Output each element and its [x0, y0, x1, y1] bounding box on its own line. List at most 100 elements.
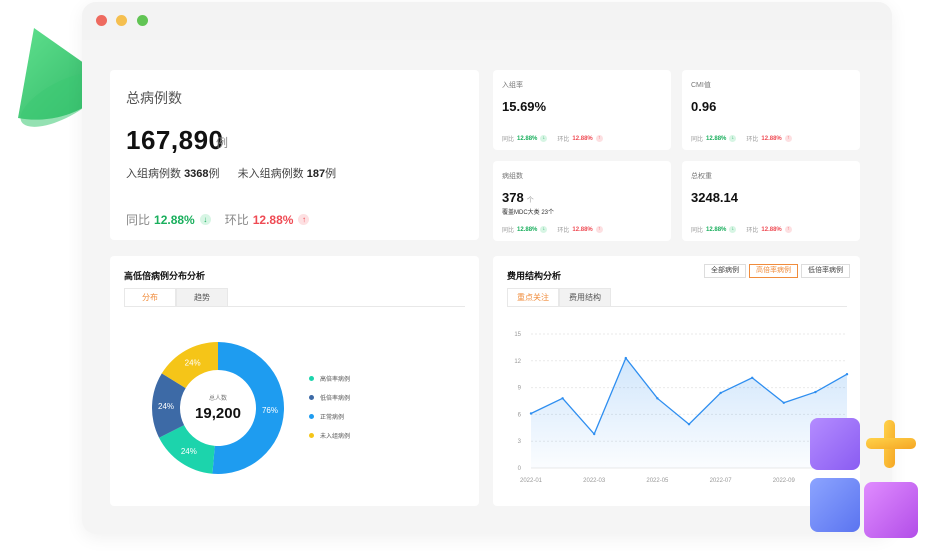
yoy-label: 同比 — [691, 228, 704, 234]
yoy-label: 同比 — [126, 213, 151, 227]
y-tick-label: 12 — [514, 359, 521, 365]
total-cases-card: 总病例数 167,890 例 入组病例数 3368例 未入组病例数 187例 同… — [110, 70, 479, 240]
arrow-up-icon: ↑ — [595, 135, 603, 142]
data-point[interactable] — [719, 391, 722, 395]
yoy-value: 12.88% — [706, 226, 727, 233]
tab-key-focus[interactable]: 重点关注 — [507, 288, 559, 306]
mom-label: 环比 — [557, 228, 570, 234]
yoy-value: 12.88% — [706, 135, 727, 142]
segment-all-cases[interactable]: 全部病例 — [704, 264, 746, 278]
yoy-label: 同比 — [502, 137, 515, 143]
segment-low-rate-cases[interactable]: 低倍率病例 — [801, 264, 850, 278]
kpi-value-unit: 个 — [526, 197, 534, 204]
total-cases-comparison: 同比 12.88% ↓ 环比 12.88% ↑ — [126, 211, 310, 228]
yoy-value: 12.88% — [517, 226, 538, 233]
yoy-label: 同比 — [691, 137, 704, 143]
kpi-value-number: 378 — [502, 190, 524, 205]
legend-swatch — [309, 394, 314, 400]
area-fill — [531, 358, 847, 468]
kpi-label: CMI值 — [691, 82, 711, 89]
mom-value: 12.88% — [252, 212, 294, 227]
y-tick-label: 0 — [518, 466, 522, 472]
kpi-comparison: 同比 12.88% ↓ 环比 12.88% ↑ — [502, 134, 603, 143]
mom-value: 12.88% — [572, 226, 593, 233]
distribution-panel: 高低倍病例分布分析 分布 趋势 76% 24% 24% 24% 总人数 19,200 高倍… — [110, 256, 479, 506]
mom-label: 环比 — [746, 228, 759, 234]
grouped-cases-value: 3368 — [184, 168, 209, 180]
legend-label: 未入组病例 — [320, 433, 351, 440]
arrow-up-icon: ↑ — [784, 135, 792, 142]
plus-blocks-decoration-icon — [810, 418, 918, 538]
kpi-comparison: 同比 12.88% ↓ 环比 12.88% ↑ — [691, 225, 792, 234]
data-point[interactable] — [624, 356, 627, 360]
arrow-up-icon: ↑ — [784, 226, 792, 233]
mom-value: 12.88% — [761, 135, 782, 142]
donut-center-label: 总人数 — [209, 394, 227, 402]
y-tick-label: 3 — [518, 439, 522, 445]
tab-distribution[interactable]: 分布 — [124, 288, 176, 306]
grouped-cases-unit: 例 — [208, 168, 220, 180]
x-tick-label: 2022-01 — [520, 478, 543, 484]
donut-legend: 高倍率病例 低倍率病例 正常病例 未入组病例 — [309, 374, 350, 450]
yoy-value: 12.88% — [517, 135, 538, 142]
segment-high-rate-cases[interactable]: 高倍率病例 — [749, 264, 798, 278]
donut-center-value: 19,200 — [195, 405, 241, 422]
minimize-window-button[interactable] — [116, 15, 127, 26]
close-window-button[interactable] — [96, 15, 107, 26]
total-cases-title: 总病例数 — [126, 90, 182, 106]
data-point[interactable] — [687, 423, 691, 426]
cost-structure-panel-title: 费用结构分析 — [507, 271, 562, 281]
arrow-down-icon: ↓ — [729, 135, 737, 142]
donut-slice-label: 24% — [185, 359, 201, 368]
yoy-label: 同比 — [502, 228, 515, 234]
grouped-cases-label: 入组病例数 — [126, 168, 181, 180]
kpi-value: 3248.14 — [691, 190, 738, 205]
kpi-label: 总权重 — [691, 173, 712, 180]
legend-item[interactable]: 正常病例 — [309, 412, 350, 421]
arrow-up-icon: ↑ — [298, 214, 310, 225]
cost-tabs: 重点关注 费用结构 — [507, 288, 847, 307]
mom-label: 环比 — [224, 213, 249, 227]
arrow-down-icon: ↓ — [729, 226, 737, 233]
distribution-panel-title: 高低倍病例分布分析 — [124, 271, 206, 281]
x-tick-label: 2022-09 — [773, 478, 796, 484]
legend-item[interactable]: 高倍率病例 — [309, 374, 350, 383]
mom-label: 环比 — [557, 137, 570, 143]
data-point[interactable] — [561, 397, 564, 400]
legend-item[interactable]: 低倍率病例 — [309, 393, 351, 402]
cost-structure-panel: 费用结构分析 全部病例 高倍率病例 低倍率病例 重点关注 费用结构 0 3 6 9 12… — [493, 256, 860, 506]
tab-cost-structure[interactable]: 费用结构 — [559, 288, 611, 306]
yoy-value: 12.88% — [154, 212, 195, 227]
legend-swatch — [309, 375, 314, 381]
legend-label: 低倍率病例 — [320, 395, 351, 402]
kpi-comparison: 同比 12.88% ↓ 环比 12.88% ↑ — [502, 225, 603, 234]
data-point[interactable] — [593, 432, 596, 436]
tab-trend[interactable]: 趋势 — [176, 288, 228, 306]
legend-swatch — [309, 432, 314, 438]
y-tick-label: 15 — [514, 332, 521, 338]
ungrouped-cases-unit: 例 — [325, 168, 337, 180]
arrow-up-icon: ↑ — [595, 226, 603, 233]
kpi-card-total-weight: 总权重 3248.14 同比 12.88% ↓ 环比 12.88% ↑ — [682, 161, 860, 241]
y-tick-label: 6 — [518, 412, 522, 418]
distribution-tabs: 分布 趋势 — [124, 288, 465, 307]
kpi-value: 378 个 — [502, 190, 534, 205]
legend-label: 正常病例 — [320, 414, 345, 421]
mom-value: 12.88% — [761, 226, 782, 233]
kpi-card-grouping-rate: 入组率 15.69% 同比 12.88% ↓ 环比 12.88% ↑ — [493, 70, 671, 150]
x-tick-label: 2022-03 — [583, 478, 606, 484]
legend-item[interactable]: 未入组病例 — [309, 431, 351, 440]
data-point[interactable] — [529, 412, 533, 415]
data-point[interactable] — [782, 401, 785, 404]
data-point[interactable] — [751, 376, 754, 379]
data-point[interactable] — [656, 397, 659, 400]
maximize-window-button[interactable] — [137, 15, 148, 26]
mdc-coverage-note: 覆盖MDC大类 23个 — [502, 210, 555, 216]
kpi-card-cmi: CMI值 0.96 同比 12.88% ↓ 环比 12.88% ↑ — [682, 70, 860, 150]
y-tick-label: 9 — [518, 386, 522, 392]
data-point[interactable] — [845, 373, 849, 376]
arrow-down-icon: ↓ — [540, 226, 548, 233]
data-point[interactable] — [814, 390, 817, 394]
ungrouped-cases-label: 未入组病例数 — [237, 168, 304, 180]
legend-swatch — [309, 413, 314, 419]
